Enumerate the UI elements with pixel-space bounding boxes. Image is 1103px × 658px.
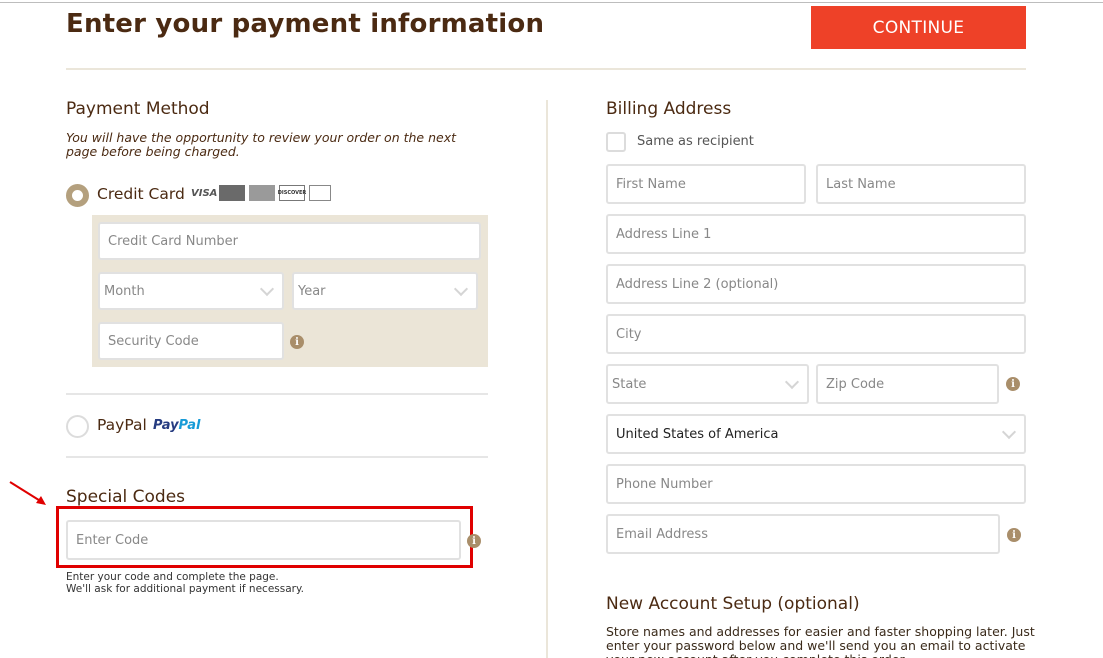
city-input[interactable]: City [606, 314, 1026, 354]
address-line-2-input[interactable]: Address Line 2 (optional) [606, 264, 1026, 304]
visa-logo-icon: VISA [191, 187, 218, 199]
special-code-input[interactable]: Enter Code [66, 520, 461, 560]
mastercard-logo-icon [219, 185, 245, 201]
phone-number-input[interactable]: Phone Number [606, 464, 1026, 504]
special-codes-heading: Special Codes [66, 487, 186, 507]
state-select[interactable]: State [606, 364, 809, 404]
title-divider [66, 68, 1026, 70]
page-title: Enter your payment information [66, 9, 545, 39]
paypal-logo-part1: Pay [153, 418, 179, 433]
paypal-logo-icon: PayPal [153, 418, 200, 433]
same-as-recipient-label[interactable]: Same as recipient [637, 134, 754, 149]
chevron-down-icon [453, 281, 469, 296]
year-select[interactable]: Year [292, 272, 478, 310]
card-logos: VISA DISCOVER [191, 185, 331, 201]
divider [66, 456, 488, 458]
chevron-down-icon [259, 281, 275, 296]
divider [66, 393, 488, 395]
first-name-input[interactable]: First Name [606, 164, 806, 204]
country-select[interactable]: United States of America [606, 414, 1026, 454]
annotation-arrow-icon [9, 481, 46, 505]
chevron-down-icon [1001, 424, 1017, 439]
credit-card-label[interactable]: Credit Card [97, 185, 185, 203]
info-icon[interactable]: i [290, 335, 304, 349]
paypal-logo-part2: Pal [178, 418, 201, 433]
info-icon[interactable]: i [1006, 377, 1020, 391]
special-codes-help-line1: Enter your code and complete the page. [66, 571, 279, 583]
payment-method-heading: Payment Method [66, 99, 210, 119]
info-icon[interactable]: i [1007, 528, 1021, 542]
month-select-value: Month [104, 283, 145, 299]
address-line-1-input[interactable]: Address Line 1 [606, 214, 1026, 254]
new-account-heading: New Account Setup (optional) [606, 594, 860, 614]
billing-address-heading: Billing Address [606, 99, 732, 119]
credit-card-number-input[interactable]: Credit Card Number [98, 222, 481, 260]
year-select-value: Year [298, 283, 326, 299]
month-select[interactable]: Month [98, 272, 284, 310]
diners-club-logo-icon [309, 185, 331, 201]
email-address-input[interactable]: Email Address [606, 514, 1000, 554]
paypal-radio[interactable] [66, 415, 89, 438]
payment-method-note: You will have the opportunity to review … [66, 130, 457, 159]
zip-code-input[interactable]: Zip Code [816, 364, 999, 404]
special-codes-help: Enter your code and complete the page. W… [66, 571, 304, 595]
info-icon[interactable]: i [467, 534, 481, 548]
country-select-value: United States of America [616, 426, 779, 442]
security-code-input[interactable]: Security Code [98, 322, 284, 360]
same-as-recipient-checkbox[interactable] [606, 132, 626, 152]
special-codes-help-line2: We'll ask for additional payment if nece… [66, 583, 305, 595]
chevron-down-icon [784, 374, 800, 389]
new-account-description: Store names and addresses for easier and… [606, 624, 1035, 658]
discover-logo-icon: DISCOVER [278, 185, 306, 201]
state-select-value: State [612, 376, 647, 392]
amex-logo-icon [249, 185, 275, 201]
last-name-input[interactable]: Last Name [816, 164, 1026, 204]
credit-card-radio[interactable] [66, 184, 89, 207]
top-border [0, 2, 1103, 3]
column-divider [546, 100, 548, 658]
paypal-label[interactable]: PayPal [97, 416, 147, 434]
continue-button[interactable]: CONTINUE [811, 6, 1026, 49]
